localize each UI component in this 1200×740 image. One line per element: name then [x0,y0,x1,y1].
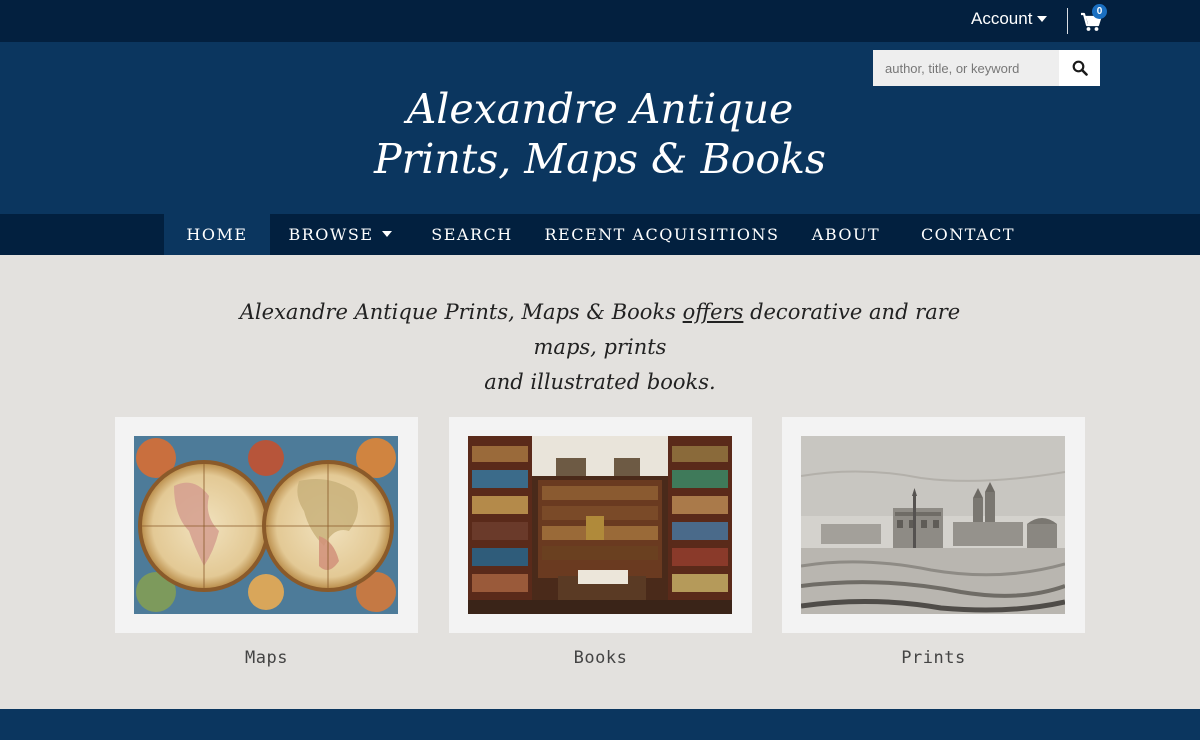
category-card-prints[interactable] [782,417,1085,633]
tagline-line-2: and illustrated books. [484,370,716,394]
site-logo[interactable]: Alexandre Antique Prints, Maps & Books [300,84,900,184]
logo-line-2: Prints, Maps & Books [374,135,826,183]
divider [1067,8,1068,34]
search-button[interactable] [1059,50,1100,86]
category-label-maps[interactable]: Maps [115,648,418,668]
books-image[interactable] [468,436,732,614]
cart-button[interactable]: 0 [1080,4,1110,33]
category-label-prints[interactable]: Prints [782,648,1085,668]
nav-recent-acquisitions[interactable]: RECENT ACQUISITIONS [540,214,784,255]
tagline-link[interactable]: offers [683,300,744,324]
main-nav: HOME BROWSE SEARCH RECENT ACQUISITIONS A… [0,214,1200,255]
nav-browse-label: BROWSE [288,225,374,244]
nav-search[interactable]: SEARCH [420,214,524,255]
nav-recent-acquisitions-label: RECENT ACQUISITIONS [544,225,780,244]
category-label-books[interactable]: Books [449,648,752,668]
prints-image[interactable] [801,436,1065,614]
intro-text: Alexandre Antique Prints, Maps & Books o… [220,295,980,400]
account-menu[interactable]: Account [971,9,1048,29]
maps-image[interactable] [134,436,398,614]
nav-home[interactable]: HOME [164,214,270,255]
caret-down-icon [1037,16,1048,22]
nav-search-label: SEARCH [431,225,513,244]
category-card-maps[interactable] [115,417,418,633]
cart-count-badge: 0 [1092,4,1107,19]
nav-browse[interactable]: BROWSE [276,214,404,255]
search-icon [1072,60,1088,76]
logo-line-1: Alexandre Antique [406,85,794,133]
nav-about-label: ABOUT [811,225,881,244]
account-label[interactable]: Account [971,9,1032,29]
nav-contact[interactable]: CONTACT [908,214,1028,255]
tagline-text: Alexandre Antique Prints, Maps & Books [239,300,683,324]
site-footer [0,709,1200,740]
caret-down-icon [381,230,392,237]
search-input[interactable] [873,50,1059,86]
category-card-books[interactable] [449,417,752,633]
site-header: Alexandre Antique Prints, Maps & Books [0,42,1200,214]
nav-home-label: HOME [186,225,248,244]
search-form [873,50,1100,86]
nav-about[interactable]: ABOUT [800,214,892,255]
nav-contact-label: CONTACT [920,225,1016,244]
top-bar: Account 0 [0,0,1200,42]
